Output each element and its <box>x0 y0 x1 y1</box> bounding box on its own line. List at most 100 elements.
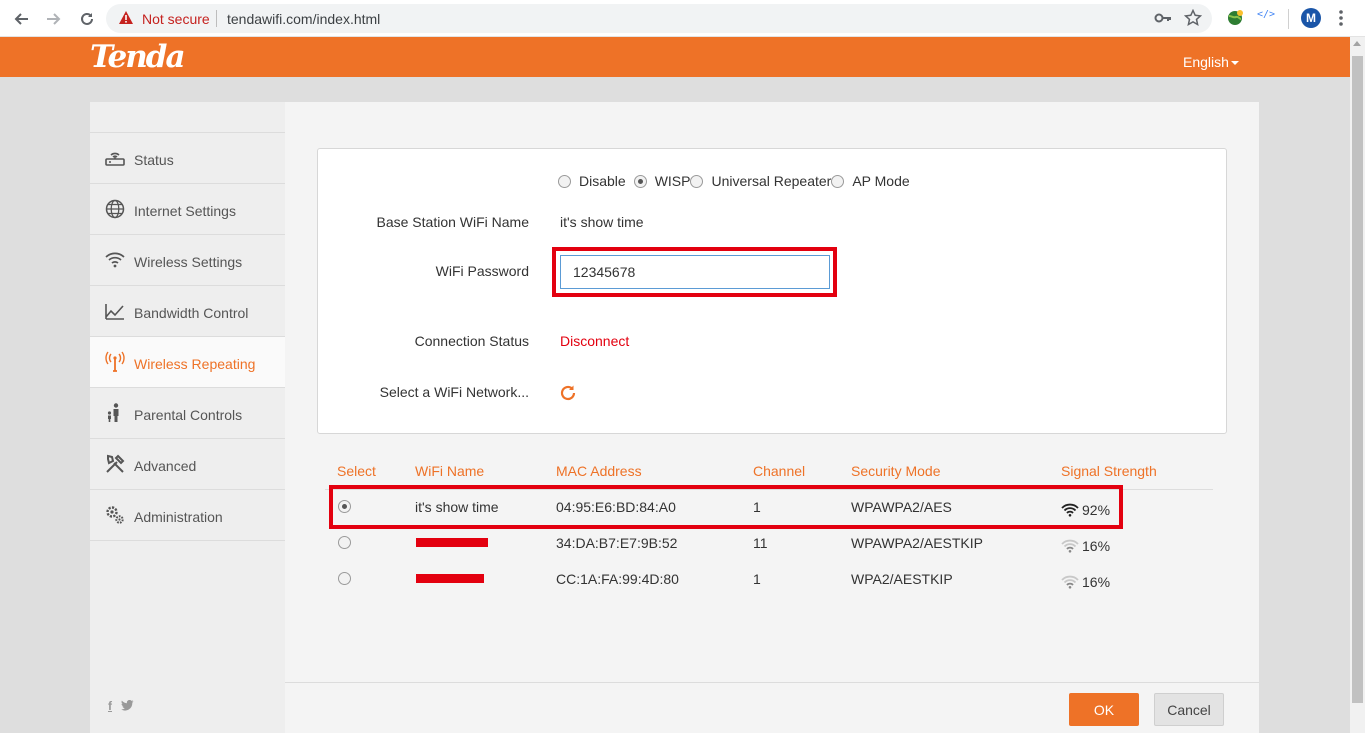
top-header: Tenda English <box>0 37 1350 77</box>
redacted-wifi-name <box>416 538 488 547</box>
wifi-icon <box>105 252 125 268</box>
row-select-radio[interactable] <box>338 536 351 549</box>
key-icon[interactable] <box>1154 10 1172 26</box>
scrollbar-thumb[interactable] <box>1352 56 1363 703</box>
sidebar-item-advanced[interactable]: Advanced <box>90 438 285 489</box>
row-signal: 16% <box>1061 538 1110 554</box>
cancel-button[interactable]: Cancel <box>1154 693 1224 726</box>
profile-avatar[interactable]: M <box>1301 8 1321 28</box>
connection-status-label: Connection Status <box>414 333 529 349</box>
col-header-mac: MAC Address <box>556 463 642 479</box>
address-bar[interactable]: Not secure tendawifi.com/index.html <box>106 4 1212 33</box>
sidebar-item-label: Administration <box>134 509 223 525</box>
row-signal-value: 16% <box>1082 538 1111 554</box>
col-header-signal: Signal Strength <box>1061 463 1157 479</box>
sidebar-item-wireless-settings[interactable]: Wireless Settings <box>90 234 285 285</box>
mode-radio-universal-repeater[interactable] <box>690 174 704 188</box>
row-select-radio[interactable] <box>338 572 351 585</box>
sidebar-item-label: Wireless Settings <box>134 254 243 270</box>
globe-icon <box>105 199 125 219</box>
row-channel: 11 <box>753 535 768 551</box>
bookmark-star-icon[interactable] <box>1184 9 1202 27</box>
mode-radio-wisp[interactable] <box>633 174 647 188</box>
wifi-weak-icon <box>1061 539 1079 553</box>
repeating-form: Disable WISP Universal Repeater AP Mode … <box>317 148 1227 434</box>
row-mac: 04:95:E6:BD:84:A0 <box>556 499 676 515</box>
forward-button[interactable] <box>43 8 65 30</box>
main-panel: Disable WISP Universal Repeater AP Mode … <box>285 102 1259 733</box>
row-signal-value: 16% <box>1082 574 1111 590</box>
language-selector[interactable]: English <box>1183 54 1239 70</box>
col-header-select: Select <box>337 463 376 479</box>
mode-radio-disable[interactable] <box>558 174 571 188</box>
gears-icon <box>106 506 124 524</box>
extension-globe-icon[interactable] <box>1226 9 1244 27</box>
connection-status-value: Disconnect <box>560 333 630 349</box>
kebab-menu-icon[interactable] <box>1338 9 1344 27</box>
language-label: English <box>1183 54 1229 70</box>
wifi-strong-icon <box>1061 503 1079 517</box>
tenda-logo: Tenda <box>90 39 186 75</box>
sidebar-item-bandwidth-control[interactable]: Bandwidth Control <box>90 285 285 336</box>
facebook-icon[interactable]: f <box>108 699 112 713</box>
sidebar-item-label: Bandwidth Control <box>134 305 249 321</box>
tools-icon <box>106 454 125 473</box>
base-station-value: it's show time <box>560 214 644 230</box>
redacted-wifi-name <box>416 574 484 583</box>
row-signal-value: 92% <box>1082 502 1111 518</box>
col-header-wifi-name: WiFi Name <box>415 463 485 479</box>
url-text[interactable]: tendawifi.com/index.html <box>227 11 380 27</box>
mode-label-disable: Disable <box>579 173 626 189</box>
row-security: WPA2/AESTKIP <box>851 571 953 587</box>
footer-divider <box>285 682 1259 683</box>
extension-devtools-icon[interactable]: </> <box>1257 9 1275 20</box>
col-header-channel: Channel <box>753 463 806 479</box>
row-mac: 34:DA:B7:E7:9B:52 <box>556 535 678 551</box>
twitter-icon[interactable] <box>121 699 134 711</box>
mode-label-wisp: WISP <box>654 173 691 189</box>
security-label[interactable]: Not secure <box>142 11 210 27</box>
mode-radio-ap-mode[interactable] <box>831 174 845 188</box>
reload-icon <box>81 12 93 25</box>
back-button[interactable] <box>10 8 32 30</box>
warning-icon <box>119 11 133 24</box>
row-wifi-name[interactable]: it's show time <box>415 499 499 515</box>
password-input[interactable] <box>560 255 830 289</box>
select-network-label: Select a WiFi Network... <box>379 384 529 400</box>
row-mac: CC:1A:FA:99:4D:80 <box>556 571 679 587</box>
scroll-up-arrow-icon[interactable] <box>1353 41 1361 46</box>
sidebar-item-parental-controls[interactable]: Parental Controls <box>90 387 285 438</box>
col-header-security: Security Mode <box>851 463 941 479</box>
sidebar-item-wireless-repeating[interactable]: Wireless Repeating <box>90 336 285 387</box>
back-arrow-icon <box>14 13 28 25</box>
social-links: f <box>108 699 134 713</box>
omnibox-separator <box>216 10 217 27</box>
wifi-weak-icon <box>1061 575 1079 589</box>
row-channel: 1 <box>753 499 761 515</box>
refresh-icon[interactable] <box>558 383 578 403</box>
sidebar-item-label: Status <box>134 152 174 168</box>
row-channel: 1 <box>753 571 761 587</box>
sidebar-item-internet-settings[interactable]: Internet Settings <box>90 183 285 234</box>
sidebar: Status Internet Settings Wireless Settin… <box>90 102 285 733</box>
sidebar-item-administration[interactable]: Administration <box>90 489 285 541</box>
parental-icon <box>107 403 119 422</box>
ok-button[interactable]: OK <box>1069 693 1139 726</box>
sidebar-item-status[interactable]: Status <box>90 132 285 183</box>
mode-label-universal-repeater: Universal Repeater <box>711 173 832 189</box>
browser-toolbar: Not secure tendawifi.com/index.html </> … <box>0 0 1365 37</box>
forward-arrow-icon <box>47 13 61 25</box>
sidebar-item-label: Internet Settings <box>134 203 236 219</box>
reload-button[interactable] <box>76 8 98 30</box>
password-label: WiFi Password <box>435 263 529 279</box>
caret-down-icon <box>1230 61 1239 65</box>
row-signal: 92% <box>1061 502 1110 518</box>
row-security: WPAWPA2/AES <box>851 499 952 515</box>
toolbar-separator <box>1288 9 1289 29</box>
base-station-label: Base Station WiFi Name <box>376 214 530 230</box>
router-icon <box>105 152 125 166</box>
mode-radio-group: Disable WISP Universal Repeater AP Mode <box>558 173 910 189</box>
row-select-radio[interactable] <box>338 500 351 513</box>
sidebar-item-label: Parental Controls <box>134 407 243 423</box>
sidebar-item-label: Wireless Repeating <box>134 356 256 372</box>
